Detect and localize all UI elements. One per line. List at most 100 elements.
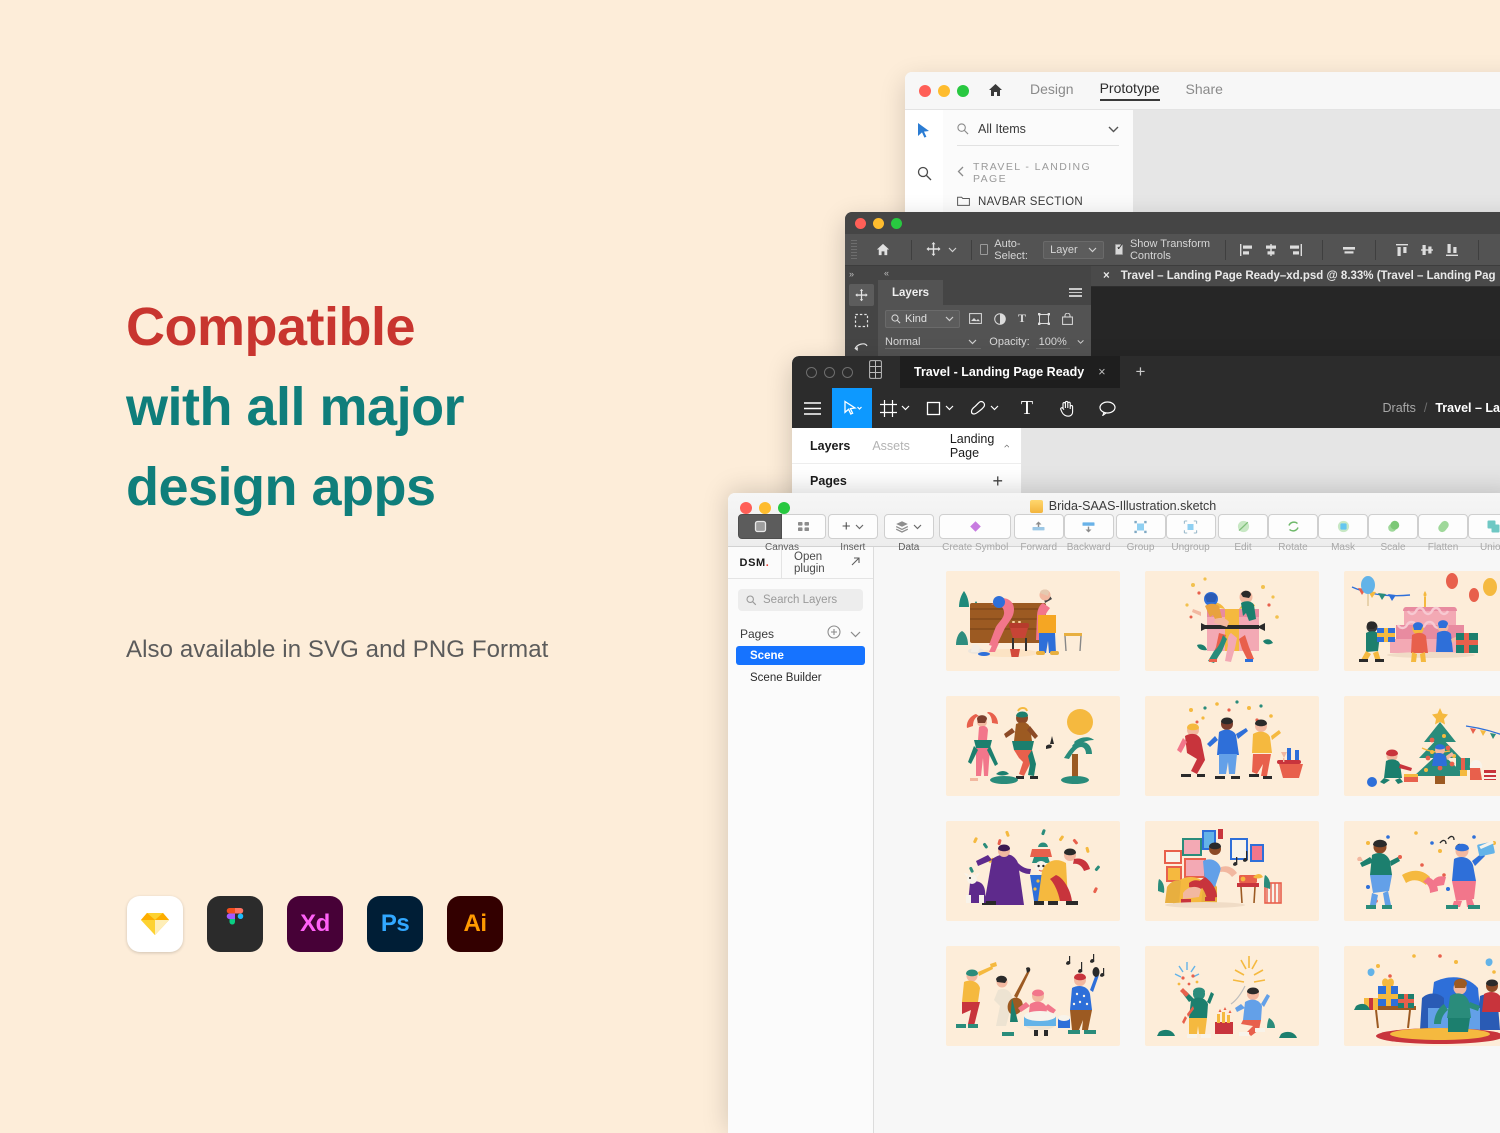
figma-icon[interactable]	[207, 896, 263, 952]
comment-tool-icon[interactable]	[1087, 388, 1127, 428]
minimize-icon[interactable]	[938, 84, 950, 97]
opacity-value[interactable]: 100%	[1035, 336, 1070, 349]
frame-tool-icon[interactable]	[872, 399, 918, 417]
new-tab-button[interactable]: +	[1136, 362, 1146, 382]
illustration-card-christmas-tree[interactable]	[1344, 696, 1500, 796]
components-view-button[interactable]	[782, 514, 826, 539]
tab-prototype[interactable]: Prototype	[1099, 80, 1160, 101]
move-tool-button[interactable]	[919, 241, 963, 258]
toolbar-insert[interactable]: + Insert	[827, 514, 878, 553]
select-tool-icon[interactable]	[917, 122, 931, 144]
maximize-icon[interactable]	[891, 217, 902, 229]
auto-select-checkbox[interactable]	[980, 244, 989, 255]
xd-mode-tabs[interactable]: Design Prototype Share	[1030, 80, 1223, 101]
hand-tool-icon[interactable]	[1047, 388, 1087, 428]
main-menu-icon[interactable]	[792, 388, 832, 428]
close-icon[interactable]	[855, 217, 866, 229]
pen-tool-icon[interactable]	[962, 400, 1007, 416]
search-icon[interactable]	[917, 166, 932, 186]
tab-design[interactable]: Design	[1030, 81, 1074, 100]
maximize-icon[interactable]	[957, 84, 969, 97]
illustration-card-gift-pile-sofa[interactable]	[1344, 946, 1500, 1046]
sketch-canvas[interactable]	[874, 547, 1500, 1133]
align-left-icon[interactable]	[1239, 243, 1253, 257]
illustration-card-halloween-costume[interactable]	[946, 821, 1120, 921]
align-top-icon[interactable]	[1395, 243, 1409, 257]
toolbar-forward[interactable]: Forward	[1013, 514, 1064, 553]
tab-assets[interactable]: Assets	[872, 439, 910, 453]
toolbar-data[interactable]: Data	[883, 514, 934, 553]
toolbar-create-symbol[interactable]: Create Symbol	[939, 514, 1012, 553]
toolbar-union[interactable]: Union	[1468, 514, 1500, 553]
toolbar-group[interactable]: Group	[1115, 514, 1166, 553]
lasso-tool-icon[interactable]	[849, 335, 874, 357]
home-icon[interactable]	[987, 82, 1004, 99]
illustration-card-live-band[interactable]	[946, 946, 1120, 1046]
illustration-card-celebration-toast[interactable]	[1145, 696, 1319, 796]
ps-filter-type-icons[interactable]: T	[969, 310, 1104, 327]
move-tool-icon[interactable]	[849, 284, 874, 307]
page-selector[interactable]: Landing Page	[950, 432, 1010, 460]
ps-document-tab[interactable]: × Travel – Landing Page Ready–xd.psd @ 8…	[1091, 266, 1500, 287]
illustration-card-birthday-cake[interactable]	[1344, 571, 1500, 671]
toolbar-canvas[interactable]: Canvas	[738, 514, 826, 553]
minimize-icon[interactable]	[824, 366, 835, 378]
auto-select-dropdown[interactable]: Layer	[1043, 240, 1104, 259]
page-item-scene[interactable]: Scene	[736, 646, 865, 665]
ps-tool-column[interactable]: »	[845, 266, 878, 357]
illustration-card-fireworks[interactable]	[1145, 946, 1319, 1046]
close-icon[interactable]	[806, 366, 817, 378]
image-filter-icon[interactable]	[969, 313, 982, 324]
open-plugin-button[interactable]: Open plugin	[782, 551, 873, 575]
align-center-h-icon[interactable]	[1264, 243, 1278, 257]
chevron-down-icon[interactable]	[948, 244, 957, 256]
window-controls[interactable]	[919, 84, 969, 97]
toolbar-backward[interactable]: Backward	[1063, 514, 1114, 553]
show-transform-checkbox[interactable]	[1114, 242, 1125, 255]
illustration-card-carnival-dance[interactable]	[946, 696, 1120, 796]
window-controls[interactable]	[855, 217, 902, 229]
sketch-icon[interactable]	[127, 896, 183, 952]
page-item-scene-builder[interactable]: Scene Builder	[736, 668, 865, 687]
text-tool-icon[interactable]: T	[1007, 388, 1047, 428]
toolbar-ungroup[interactable]: Ungroup	[1165, 514, 1216, 553]
chevron-down-icon[interactable]	[1077, 339, 1084, 345]
expand-panel-icon[interactable]: »	[845, 266, 878, 281]
figma-breadcrumb[interactable]: Drafts / Travel – Landing	[1383, 401, 1500, 415]
figma-logo-icon[interactable]	[869, 360, 882, 384]
figma-panel-tabs[interactable]: Layers Assets Landing Page	[792, 428, 1021, 464]
adobe-illustrator-icon[interactable]: Ai	[447, 896, 503, 952]
marquee-tool-icon[interactable]	[849, 309, 874, 331]
illustration-card-bbq-party[interactable]	[946, 571, 1120, 671]
ps-panel-tabs[interactable]: Layers	[878, 280, 1091, 305]
layer-item-navbar-section[interactable]: NAVBAR SECTION	[957, 195, 1119, 209]
align-bottom-icon[interactable]	[1445, 243, 1459, 257]
add-page-icon[interactable]	[827, 625, 841, 642]
adobe-photoshop-icon[interactable]: Ps	[367, 896, 423, 952]
add-page-button[interactable]: +	[992, 471, 1003, 492]
home-icon[interactable]	[863, 242, 903, 258]
tab-layers[interactable]: Layers	[878, 280, 944, 305]
chevron-down-icon[interactable]	[1108, 122, 1119, 136]
toolbar-edit[interactable]: Edit	[1218, 514, 1269, 553]
move-tool-icon[interactable]	[832, 388, 872, 428]
breadcrumb[interactable]: TRAVEL - LANDING PAGE	[957, 161, 1119, 185]
adjustment-filter-icon[interactable]	[994, 312, 1006, 325]
illustration-card-gift-unboxing[interactable]	[1145, 571, 1319, 671]
close-icon[interactable]: ×	[1098, 365, 1105, 379]
collapse-panel-icon[interactable]: «	[878, 266, 1091, 280]
close-icon[interactable]: ×	[1103, 270, 1110, 282]
drag-grip-icon[interactable]	[851, 239, 857, 260]
figma-file-tab[interactable]: Travel - Landing Page Ready ×	[900, 356, 1120, 388]
toolbar-flatten[interactable]: Flatten	[1418, 514, 1469, 553]
ps-canvas[interactable]	[1091, 287, 1500, 357]
tab-layers[interactable]: Layers	[810, 439, 850, 453]
window-controls[interactable]	[806, 366, 853, 378]
figma-toolbar[interactable]: T Drafts / Travel – Landing	[792, 388, 1500, 428]
toolbar-scale[interactable]: Scale	[1368, 514, 1419, 553]
maximize-icon[interactable]	[842, 366, 853, 378]
canvas-view-button[interactable]	[738, 514, 782, 539]
illustration-card-dance-battle[interactable]	[1344, 821, 1500, 921]
adobe-xd-icon[interactable]: Xd	[287, 896, 343, 952]
toolbar-rotate[interactable]: Rotate	[1268, 514, 1319, 553]
